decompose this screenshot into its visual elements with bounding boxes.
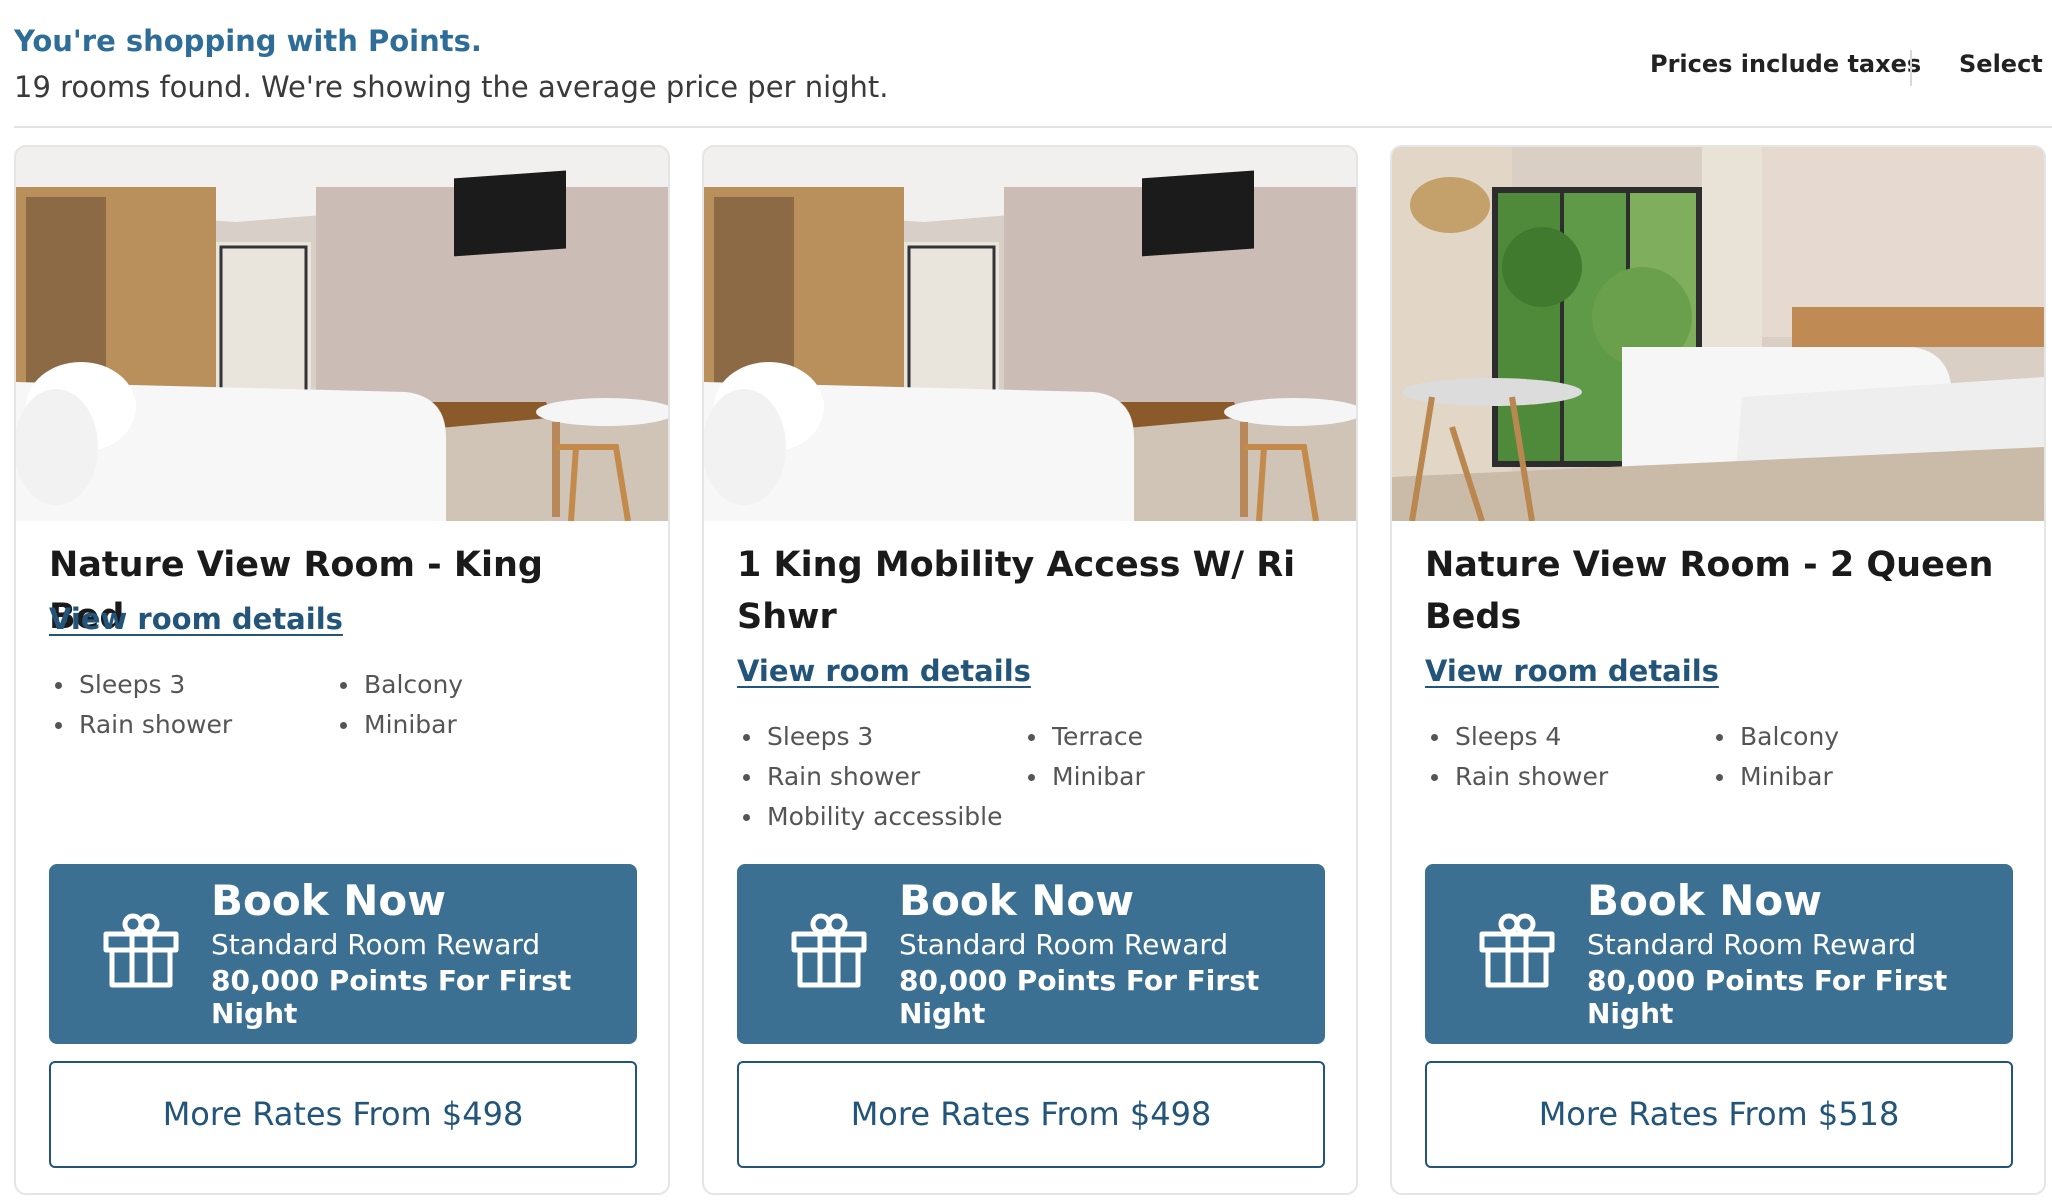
amenities-list: Sleeps 3 Rain shower <box>49 665 329 745</box>
more-rates-button[interactable]: More Rates From $498 <box>49 1061 637 1168</box>
gift-icon <box>791 913 867 988</box>
amenity-item: Rain shower <box>49 705 329 745</box>
rate-name: Standard Room Reward <box>211 928 541 961</box>
more-rates-button[interactable]: More Rates From $518 <box>1425 1061 2013 1168</box>
gift-icon <box>1479 913 1555 988</box>
amenity-item: Balcony <box>1710 717 2010 757</box>
amenity-item: Terrace <box>1022 717 1322 757</box>
amenities-list: Balcony Minibar <box>334 665 634 745</box>
view-room-details-link[interactable]: View room details <box>49 602 343 636</box>
amenity-item: Minibar <box>334 705 634 745</box>
room-photo[interactable] <box>704 147 1356 521</box>
amenities-list: Sleeps 3 Rain shower Mobility accessible <box>737 717 1017 837</box>
room-card: Nature View Room - 2 Queen Beds View roo… <box>1390 145 2046 1195</box>
amenities-list: Sleeps 4 Rain shower <box>1425 717 1705 797</box>
results-header: You're shopping with Points. 19 rooms fo… <box>0 0 2052 128</box>
amenity-item: Balcony <box>334 665 634 705</box>
amenity-item: Minibar <box>1022 757 1322 797</box>
amenity-item: Sleeps 3 <box>49 665 329 705</box>
room-title: Nature View Room - 2 Queen Beds <box>1425 545 1994 637</box>
amenity-item: Minibar <box>1710 757 2010 797</box>
header-controls: Prices include taxes Select c <box>1650 50 2052 90</box>
book-now-button[interactable]: Book Now Standard Room Reward 80,000 Poi… <box>1425 864 2013 1044</box>
room-card: Nature View Room - King Bed View room de… <box>14 145 670 1195</box>
book-now-label: Book Now <box>899 876 1135 925</box>
header-divider-line <box>14 126 2052 128</box>
amenity-item: Mobility accessible <box>737 797 1017 837</box>
points-price: 80,000 Points For First Night <box>211 964 572 1030</box>
points-price: 80,000 Points For First Night <box>1587 964 1948 1030</box>
more-rates-button[interactable]: More Rates From $498 <box>737 1061 1325 1168</box>
book-now-button[interactable]: Book Now Standard Room Reward 80,000 Poi… <box>737 864 1325 1044</box>
amenities-list: Balcony Minibar <box>1710 717 2010 797</box>
rate-name: Standard Room Reward <box>1587 928 1917 961</box>
header-divider <box>1910 50 1912 86</box>
rate-name: Standard Room Reward <box>899 928 1229 961</box>
room-card: 1 King Mobility Access W/ Ri Shwr View r… <box>702 145 1358 1195</box>
view-room-details-link[interactable]: View room details <box>1425 654 1719 688</box>
amenity-item: Rain shower <box>737 757 1017 797</box>
book-now-button[interactable]: Book Now Standard Room Reward 80,000 Poi… <box>49 864 637 1044</box>
amenity-item: Sleeps 4 <box>1425 717 1705 757</box>
points-price: 80,000 Points For First Night <box>899 964 1260 1030</box>
room-photo[interactable] <box>1392 147 2044 521</box>
book-now-label: Book Now <box>211 876 447 925</box>
amenities-list: Terrace Minibar <box>1022 717 1322 797</box>
points-shopping-notice: You're shopping with Points. <box>14 24 482 58</box>
book-now-label: Book Now <box>1587 876 1823 925</box>
amenity-item: Sleeps 3 <box>737 717 1017 757</box>
amenity-item: Rain shower <box>1425 757 1705 797</box>
room-photo[interactable] <box>16 147 668 521</box>
rooms-found-summary: 19 rooms found. We're showing the averag… <box>14 70 889 104</box>
room-title: 1 King Mobility Access W/ Ri Shwr <box>737 545 1296 637</box>
prices-include-taxes-toggle[interactable]: Prices include taxes <box>1650 50 1921 78</box>
currency-select[interactable]: Select c <box>1959 50 2052 78</box>
gift-icon <box>103 913 179 988</box>
view-room-details-link[interactable]: View room details <box>737 654 1031 688</box>
